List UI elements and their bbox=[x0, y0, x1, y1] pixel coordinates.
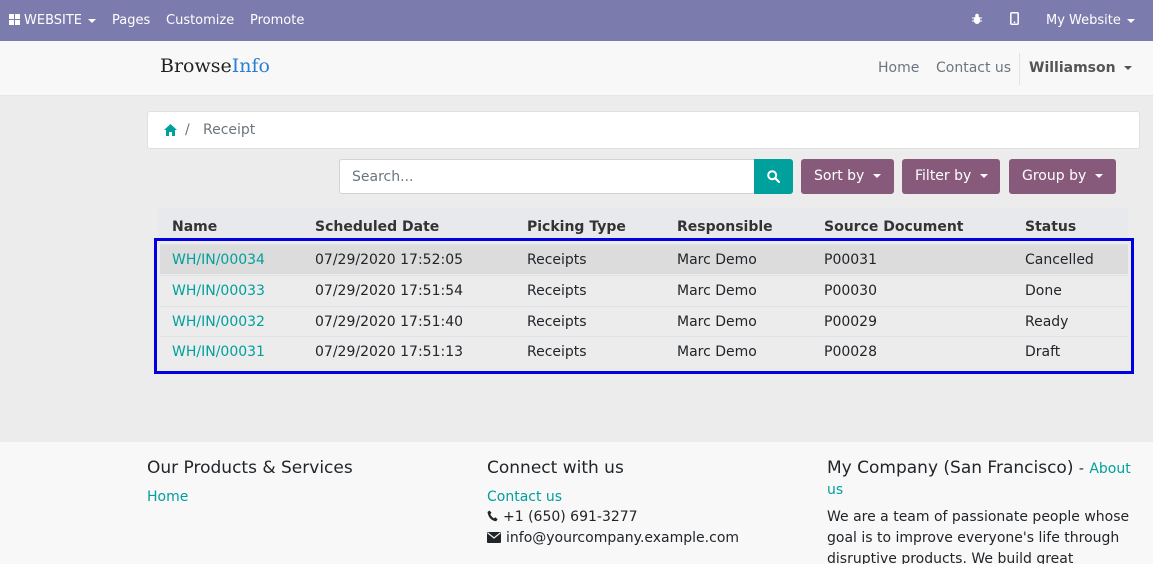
envelope-icon bbox=[487, 532, 501, 543]
breadcrumb: / Receipt bbox=[147, 111, 1140, 149]
column-header-name[interactable]: Name bbox=[172, 219, 217, 235]
column-header-date[interactable]: Scheduled Date bbox=[315, 219, 439, 235]
mobile-icon bbox=[1010, 12, 1019, 25]
footer-email: info@yourcompany.example.com bbox=[487, 528, 739, 549]
footer-contact-link[interactable]: Contact us bbox=[487, 489, 562, 505]
footer-about-line-1: We are a team of passionate people whose bbox=[827, 509, 1130, 525]
column-header-picking-type[interactable]: Picking Type bbox=[527, 219, 626, 235]
website-menu[interactable]: WEBSITE bbox=[9, 0, 96, 41]
home-icon[interactable] bbox=[164, 124, 177, 136]
customize-menu[interactable]: Customize bbox=[166, 0, 234, 41]
site-logo[interactable]: BrowseInfo bbox=[160, 55, 270, 77]
promote-menu[interactable]: Promote bbox=[250, 0, 304, 41]
user-menu[interactable]: Williamson bbox=[1029, 41, 1132, 96]
rows-highlight-box bbox=[154, 238, 1134, 374]
chevron-down-icon bbox=[1095, 174, 1104, 178]
footer-connect-title: Connect with us bbox=[487, 458, 624, 478]
footer-about-line-2: goal is to improve everyone's life throu… bbox=[827, 530, 1120, 546]
filter-by-label: Filter by bbox=[915, 168, 972, 184]
admin-bar: WEBSITE Pages Customize Promote My Websi… bbox=[0, 0, 1153, 41]
phone-number: +1 (650) 691-3277 bbox=[503, 509, 638, 525]
pages-menu[interactable]: Pages bbox=[112, 0, 150, 41]
search-button[interactable] bbox=[754, 159, 793, 194]
search-input[interactable] bbox=[339, 159, 755, 194]
apps-grid-icon bbox=[9, 14, 20, 25]
my-website-label: My Website bbox=[1046, 13, 1121, 28]
debug-button[interactable] bbox=[971, 0, 983, 41]
breadcrumb-separator: / bbox=[185, 122, 190, 138]
site-footer: Our Products & Services Home Connect wit… bbox=[0, 442, 1153, 564]
column-header-source[interactable]: Source Document bbox=[824, 219, 964, 235]
chevron-down-icon bbox=[980, 174, 989, 178]
nav-divider bbox=[1019, 53, 1020, 85]
mobile-preview-button[interactable] bbox=[1010, 0, 1019, 41]
email-address[interactable]: info@yourcompany.example.com bbox=[506, 530, 739, 546]
column-header-responsible[interactable]: Responsible bbox=[677, 219, 773, 235]
footer-home-link[interactable]: Home bbox=[147, 489, 188, 505]
sort-by-label: Sort by bbox=[814, 168, 865, 184]
nav-contact[interactable]: Contact us bbox=[936, 41, 1011, 96]
phone-icon bbox=[487, 510, 498, 522]
user-name: Williamson bbox=[1029, 60, 1116, 76]
footer-company-title: My Company (San Francisco) - About bbox=[827, 458, 1131, 478]
website-menu-label: WEBSITE bbox=[24, 13, 82, 28]
chevron-down-icon bbox=[1126, 18, 1135, 23]
filter-by-button[interactable]: Filter by bbox=[902, 159, 1000, 194]
bug-icon bbox=[972, 13, 982, 24]
chevron-down-icon bbox=[873, 174, 882, 178]
footer-products-title: Our Products & Services bbox=[147, 458, 353, 478]
footer-about-line-3: disruptive products. We build great bbox=[827, 551, 1074, 564]
sort-by-button[interactable]: Sort by bbox=[801, 159, 894, 194]
logo-part1: Browse bbox=[160, 55, 232, 77]
company-name: My Company (San Francisco) bbox=[827, 458, 1074, 478]
logo-part2: Info bbox=[231, 55, 270, 77]
chevron-down-icon bbox=[1123, 66, 1132, 70]
group-by-button[interactable]: Group by bbox=[1009, 159, 1116, 194]
table-header: Name Scheduled Date Picking Type Respons… bbox=[158, 208, 1128, 241]
group-by-label: Group by bbox=[1022, 168, 1087, 184]
footer-phone: +1 (650) 691-3277 bbox=[487, 507, 638, 528]
breadcrumb-current: Receipt bbox=[203, 122, 256, 138]
column-header-status[interactable]: Status bbox=[1025, 219, 1076, 235]
about-link-part2[interactable]: us bbox=[827, 482, 843, 498]
chevron-down-icon bbox=[88, 18, 96, 23]
search-icon bbox=[767, 170, 780, 183]
about-link-part1[interactable]: About bbox=[1089, 461, 1130, 477]
my-website-menu[interactable]: My Website bbox=[1046, 0, 1135, 41]
nav-home[interactable]: Home bbox=[878, 41, 919, 96]
site-header: BrowseInfo Home Contact us Williamson bbox=[0, 41, 1153, 96]
company-title-separator: - bbox=[1078, 461, 1084, 477]
